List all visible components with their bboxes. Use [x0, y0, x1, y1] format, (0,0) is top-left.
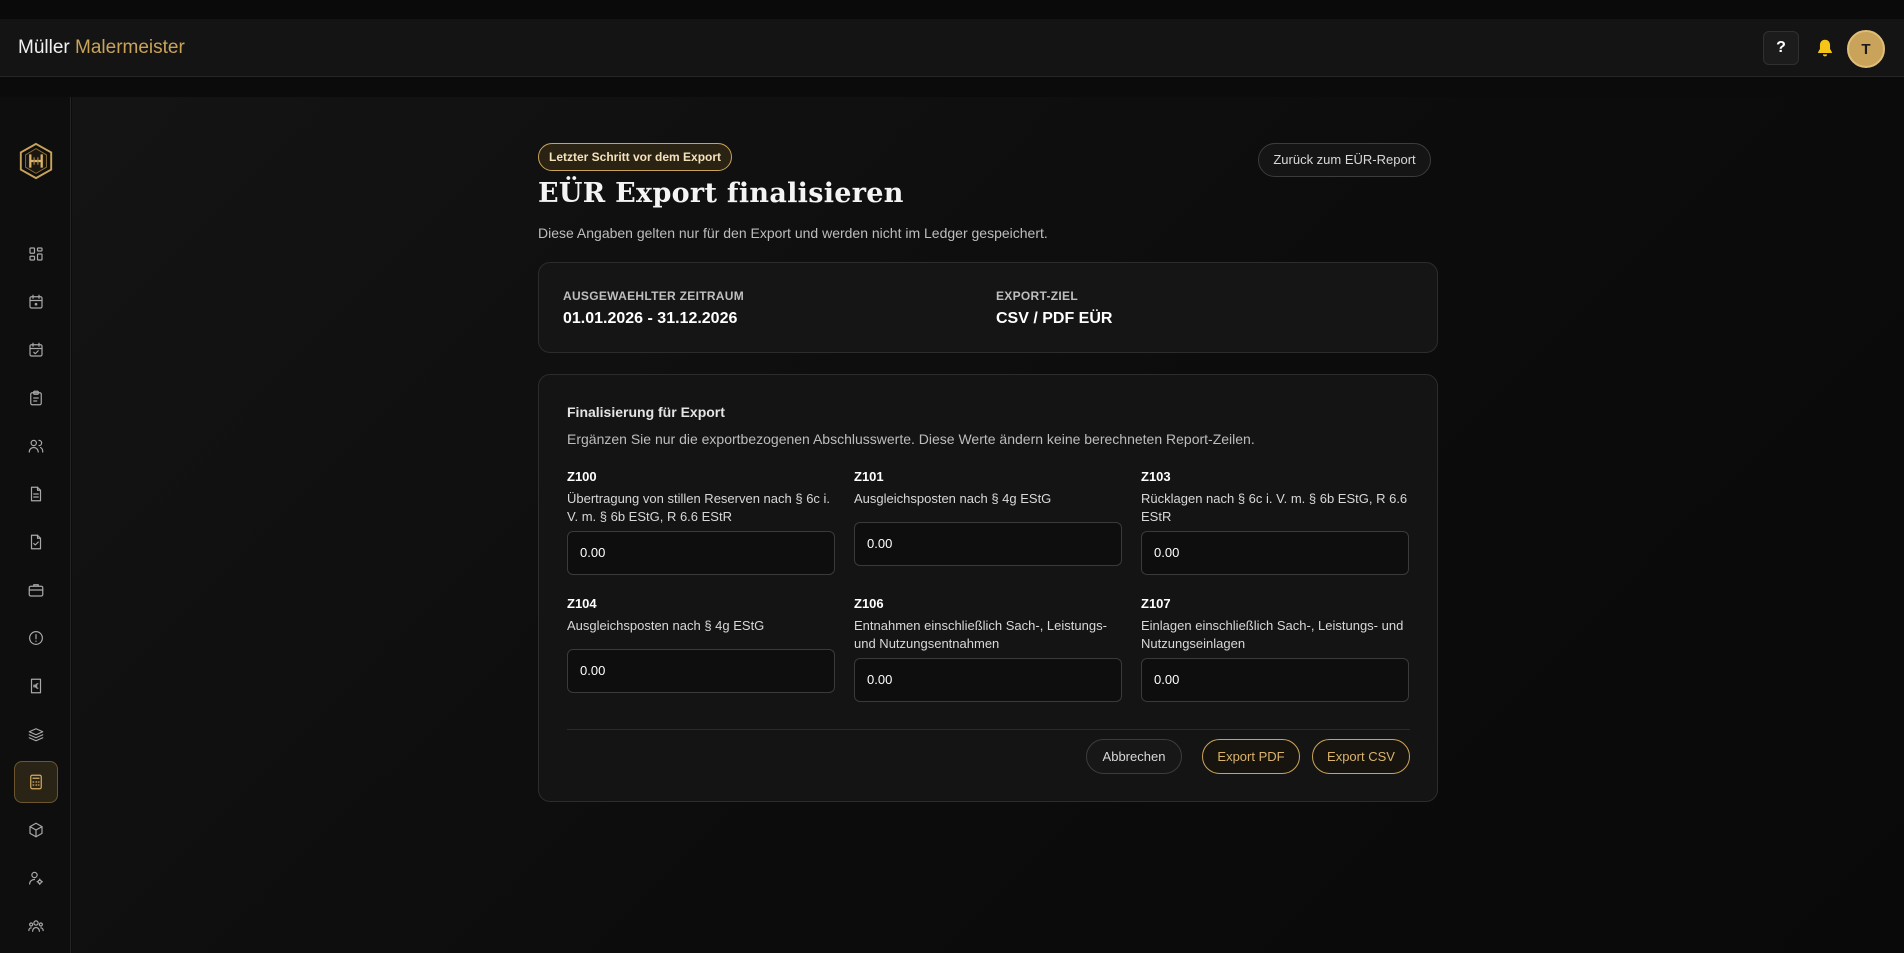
sidebar-item-document[interactable] [14, 473, 58, 515]
form-divider [567, 729, 1410, 730]
brand-name-main: Müller [18, 37, 70, 58]
field-z103: Z103 Rücklagen nach § 6c i. V. m. § 6b E… [1141, 469, 1409, 575]
calendar-check-icon [29, 342, 43, 357]
user-avatar[interactable]: T [1847, 30, 1885, 68]
page-title: EÜR Export finalisieren [538, 178, 904, 209]
field-z107: Z107 Einlagen einschließlich Sach-, Leis… [1141, 596, 1409, 702]
alert-circle-icon [29, 631, 43, 645]
briefcase-icon [28, 584, 44, 597]
period-summary-card: AUSGEWAEHLTER ZEITRAUM 01.01.2026 - 31.1… [538, 262, 1438, 353]
field-code: Z106 [854, 596, 884, 611]
step-badge: Letzter Schritt vor dem Export [538, 143, 733, 171]
sidebar-item-calendar[interactable] [14, 281, 58, 323]
z106-input[interactable]: 0.00 [854, 658, 1122, 702]
stack-icon [28, 728, 44, 742]
sidebar-item-document-check[interactable] [14, 521, 58, 563]
bell-icon[interactable] [1814, 36, 1836, 60]
company-logo-icon[interactable] [17, 141, 55, 181]
field-label: Übertragung von stillen Reserven nach § … [567, 491, 831, 524]
field-code: Z101 [854, 469, 884, 484]
field-code: Z107 [1141, 596, 1171, 611]
field-label: Entnahmen einschließlich Sach-, Leistung… [854, 618, 1107, 651]
sidebar-item-box[interactable] [14, 809, 58, 851]
field-label: Ausgleichsposten nach § 4g EStG [567, 618, 765, 633]
z107-input[interactable]: 0.00 [1141, 658, 1409, 702]
user-gear-icon [29, 871, 43, 885]
brand-name-accent: Malermeister [75, 37, 185, 58]
calendar-icon [29, 294, 43, 309]
clipboard-icon [30, 390, 42, 406]
sidebar-item-euro-receipt[interactable] [14, 665, 58, 707]
euro-receipt-icon [30, 678, 42, 694]
calculator-icon [30, 774, 42, 790]
sidebar-item-alert[interactable] [14, 617, 58, 659]
z104-input[interactable]: 0.00 [567, 649, 835, 693]
app-header: Müller Malermeister ? T [0, 19, 1904, 77]
field-code: Z104 [567, 596, 597, 611]
sidebar-item-stack[interactable] [14, 713, 58, 755]
users-icon [28, 439, 44, 453]
field-label: Einlagen einschließlich Sach-, Leistungs… [1141, 618, 1404, 651]
z103-input[interactable]: 0.00 [1141, 531, 1409, 575]
help-button[interactable]: ? [1763, 31, 1799, 65]
sidebar-item-dashboard[interactable] [14, 233, 58, 275]
sidebar [0, 97, 71, 953]
export-pdf-button[interactable]: Export PDF [1202, 739, 1300, 774]
z100-input[interactable]: 0.00 [567, 531, 835, 575]
field-label: Rücklagen nach § 6c i. V. m. § 6b EStG, … [1141, 491, 1408, 524]
field-code: Z103 [1141, 469, 1171, 484]
field-label: Ausgleichsposten nach § 4g EStG [854, 491, 1052, 506]
sidebar-item-team[interactable] [14, 905, 58, 947]
sidebar-item-users[interactable] [14, 425, 58, 467]
sidebar-item-calendar-check[interactable] [14, 329, 58, 371]
selected-period: AUSGEWAEHLTER ZEITRAUM 01.01.2026 - 31.1… [563, 289, 744, 328]
export-target-label: EXPORT-ZIEL [996, 289, 1078, 303]
brand-name[interactable]: Müller Malermeister [18, 37, 185, 59]
form-description: Ergänzen Sie nur die exportbezogenen Abs… [567, 431, 1255, 447]
sidebar-item-clipboard[interactable] [14, 377, 58, 419]
box-icon [29, 822, 43, 838]
sidebar-item-user-settings[interactable] [14, 857, 58, 899]
team-icon [28, 920, 44, 932]
field-z100: Z100 Übertragung von stillen Reserven na… [567, 469, 835, 575]
window-top-strip [0, 0, 1904, 19]
z101-input[interactable]: 0.00 [854, 522, 1122, 566]
export-target: EXPORT-ZIEL CSV / PDF EÜR [996, 289, 1112, 328]
sidebar-item-calculator[interactable] [14, 761, 58, 803]
selected-period-label: AUSGEWAEHLTER ZEITRAUM [563, 289, 745, 303]
field-z106: Z106 Entnahmen einschließlich Sach-, Lei… [854, 596, 1122, 702]
page-subtitle: Diese Angaben gelten nur für den Export … [538, 225, 1048, 241]
field-z101: Z101 Ausgleichsposten nach § 4g EStG 0.0… [854, 469, 1122, 566]
field-z104: Z104 Ausgleichsposten nach § 4g EStG 0.0… [567, 596, 835, 693]
document-icon [30, 486, 42, 502]
grid-icon [29, 247, 43, 261]
sidebar-item-briefcase[interactable] [14, 569, 58, 611]
document-check-icon [30, 534, 42, 550]
selected-period-value: 01.01.2026 - 31.12.2026 [563, 310, 738, 327]
export-target-value: CSV / PDF EÜR [996, 310, 1113, 327]
export-csv-button[interactable]: Export CSV [1312, 739, 1410, 774]
export-finalization-form: Finalisierung für Export Ergänzen Sie nu… [538, 374, 1438, 802]
back-to-report-button[interactable]: Zurück zum EÜR-Report [1258, 143, 1431, 177]
field-code: Z100 [567, 469, 597, 484]
form-title: Finalisierung für Export [567, 404, 725, 420]
cancel-button[interactable]: Abbrechen [1086, 739, 1182, 774]
